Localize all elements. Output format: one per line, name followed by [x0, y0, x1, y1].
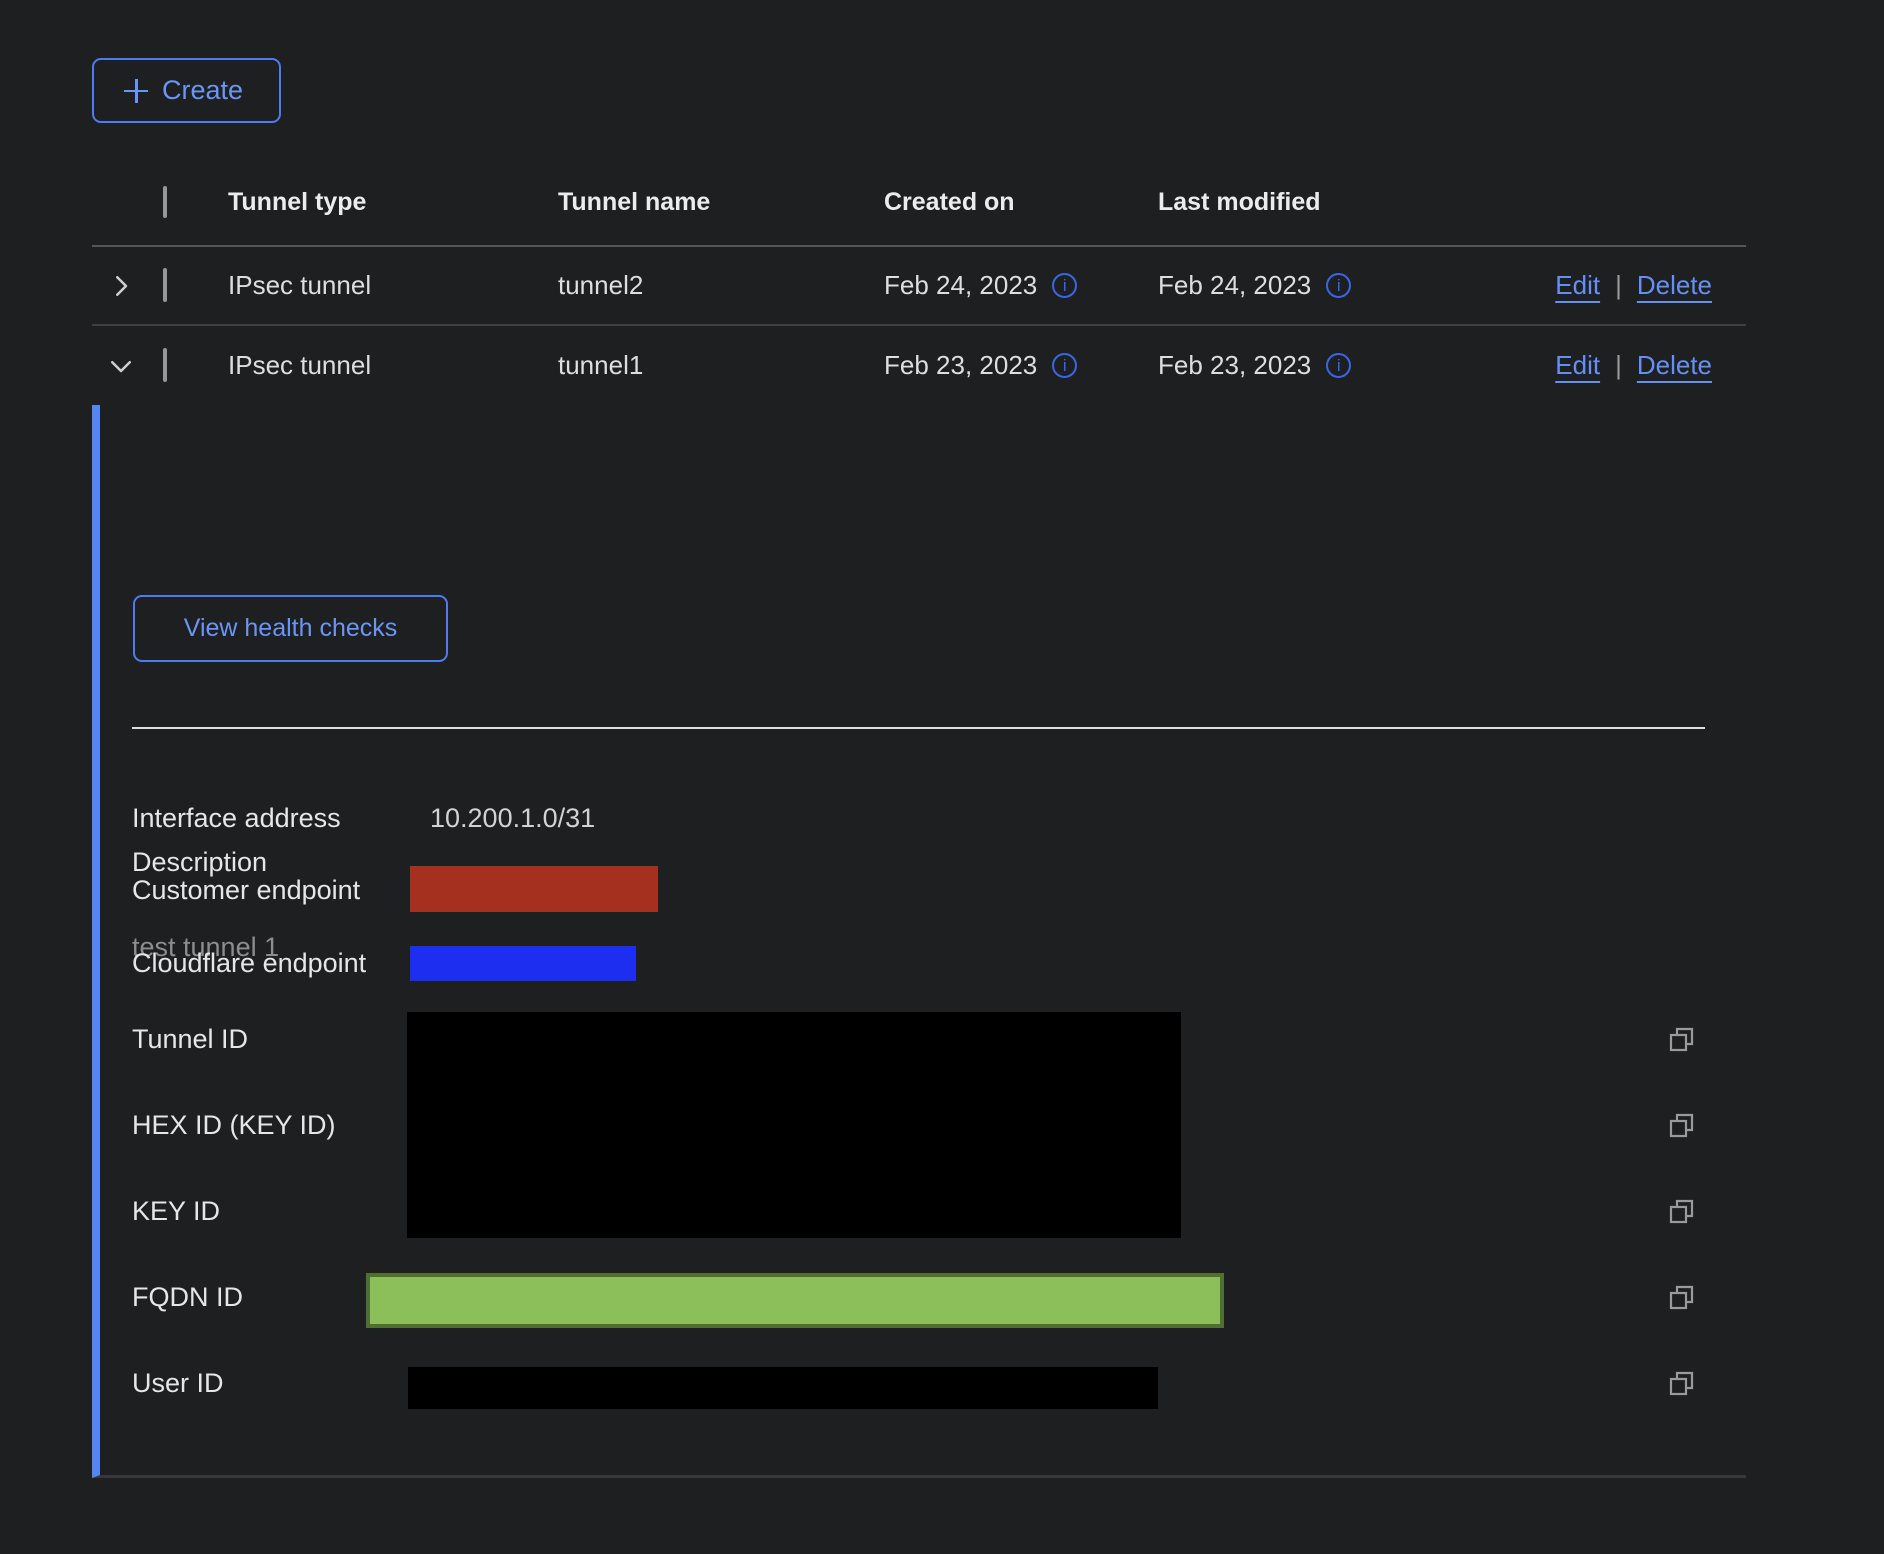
action-separator: | [1615, 350, 1622, 381]
user-id-label: User ID [132, 1368, 224, 1399]
create-button-label: Create [162, 75, 243, 106]
user-id-redacted-value [408, 1367, 1158, 1409]
copy-icon[interactable] [1668, 1370, 1695, 1397]
view-health-checks-button[interactable]: View health checks [133, 595, 448, 662]
description-label: Description [132, 847, 267, 878]
cloudflare-endpoint-label: Cloudflare endpoint [132, 948, 366, 979]
delete-link[interactable]: Delete [1637, 350, 1712, 381]
delete-link[interactable]: Delete [1637, 270, 1712, 301]
create-button[interactable]: Create [92, 58, 281, 123]
expand-toggle[interactable] [92, 271, 163, 301]
info-icon[interactable] [1326, 353, 1351, 378]
expand-toggle[interactable] [92, 351, 163, 381]
header-tunnel-type: Tunnel type [228, 188, 558, 217]
info-icon[interactable] [1052, 273, 1077, 298]
tunnel-name-cell: tunnel2 [558, 270, 884, 301]
tunnels-page: Create Tunnel type Tunnel name Created o… [92, 0, 1746, 1478]
tunnel-id-label: Tunnel ID [132, 1024, 248, 1055]
detail-divider [132, 727, 1705, 729]
hex-id-label: HEX ID (KEY ID) [132, 1110, 336, 1141]
fqdn-id-label: FQDN ID [132, 1282, 243, 1313]
tunnel-detail-panel: Description test tunnel 1 View health ch… [92, 405, 1746, 1478]
tunnel-name-cell: tunnel1 [558, 350, 884, 381]
tunnels-table: Tunnel type Tunnel name Created on Last … [92, 160, 1746, 1478]
customer-endpoint-redacted-value [410, 866, 658, 912]
chevron-right-icon [106, 271, 136, 301]
action-separator: | [1615, 270, 1622, 301]
interface-address-label: Interface address [132, 803, 341, 834]
info-icon[interactable] [1326, 273, 1351, 298]
header-last-modified: Last modified [1158, 188, 1450, 217]
created-on-cell: Feb 24, 2023 [884, 270, 1037, 301]
edit-link[interactable]: Edit [1555, 270, 1600, 301]
table-header-row: Tunnel type Tunnel name Created on Last … [92, 160, 1746, 247]
table-row: IPsec tunnel tunnel2 Feb 24, 2023 Feb 24… [92, 247, 1746, 326]
tunnel-type-cell: IPsec tunnel [228, 270, 558, 301]
header-created-on: Created on [884, 188, 1158, 217]
copy-icon[interactable] [1668, 1112, 1695, 1139]
copy-icon[interactable] [1668, 1198, 1695, 1225]
cloudflare-endpoint-redacted-value [410, 946, 636, 981]
table-row: IPsec tunnel tunnel1 Feb 23, 2023 Feb 23… [92, 326, 1746, 405]
last-modified-cell: Feb 24, 2023 [1158, 270, 1311, 301]
plus-icon [124, 79, 148, 103]
ids-redacted-value [407, 1012, 1181, 1238]
copy-icon[interactable] [1668, 1026, 1695, 1053]
last-modified-cell: Feb 23, 2023 [1158, 350, 1311, 381]
copy-icon[interactable] [1668, 1284, 1695, 1311]
row-checkbox[interactable] [163, 268, 167, 302]
row-checkbox[interactable] [163, 348, 167, 382]
chevron-down-icon [106, 351, 136, 381]
customer-endpoint-label: Customer endpoint [132, 875, 360, 906]
select-all-checkbox[interactable] [163, 186, 167, 218]
fqdn-id-redacted-value [366, 1273, 1224, 1328]
created-on-cell: Feb 23, 2023 [884, 350, 1037, 381]
edit-link[interactable]: Edit [1555, 350, 1600, 381]
info-icon[interactable] [1052, 353, 1077, 378]
key-id-label: KEY ID [132, 1196, 220, 1227]
header-tunnel-name: Tunnel name [558, 188, 884, 217]
interface-address-value: 10.200.1.0/31 [430, 803, 595, 834]
tunnel-type-cell: IPsec tunnel [228, 350, 558, 381]
